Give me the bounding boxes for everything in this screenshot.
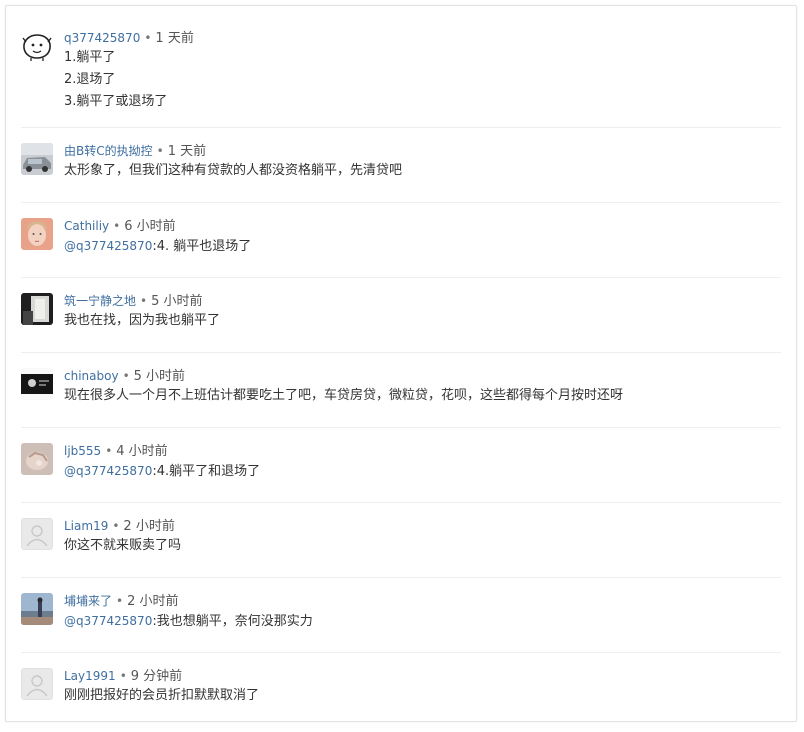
comment-body: Cathiliy • 6 小时前 @q377425870:4. 躺平也退场了	[64, 218, 781, 258]
separator-dot: •	[144, 31, 152, 45]
comment-text: @q377425870:4. 躺平也退场了	[64, 235, 781, 258]
separator-dot: •	[113, 219, 121, 233]
comment-body: chinaboy • 5 小时前 现在很多人一个月不上班估计都要吃土了吧，车贷房贷，…	[64, 368, 781, 407]
comment-time: 5 小时前	[151, 294, 203, 309]
comment-list: q377425870•1 天前 1.躺平了 2.退场了 3.躺平了或退场了	[21, 18, 781, 728]
comment-body: Lay1991 • 9 分钟前 刚刚把报好的会员折扣默默取消了	[64, 668, 781, 707]
comment-item: Lay1991 • 9 分钟前 刚刚把报好的会员折扣默默取消了	[21, 653, 781, 728]
separator-dot: •	[140, 294, 148, 308]
comment-text-content: :我也想躺平，奈何没那实力	[152, 614, 313, 629]
comment-text: @q377425870:我也想躺平，奈何没那实力	[64, 610, 781, 633]
comment-item: q377425870 • 1 天前 1.躺平了 2.退场了 3.躺平了或退场了	[21, 18, 781, 128]
comment-author[interactable]: 筑一宁静之地	[64, 294, 136, 308]
default-user-icon	[26, 525, 48, 547]
mention-link[interactable]: @q377425870	[64, 239, 152, 253]
comment-meta: Lay1991 • 9 分钟前	[64, 668, 781, 685]
comment-text: @q377425870:4.躺平了和退场了	[64, 460, 781, 483]
avatar[interactable]	[21, 443, 53, 475]
avatar[interactable]	[21, 518, 53, 550]
comment-item: chinaboy • 5 小时前 现在很多人一个月不上班估计都要吃土了吧，车贷房贷，…	[21, 353, 781, 428]
comment-meta: Liam19 • 2 小时前	[64, 518, 781, 535]
avatar[interactable]	[21, 143, 53, 175]
comment-text-content: :4.躺平了和退场了	[152, 464, 261, 479]
comment-author[interactable]: ljb555	[64, 444, 101, 458]
comment-meta: 埔埔来了 • 2 小时前	[64, 593, 781, 610]
comment-time: 9 分钟前	[130, 669, 183, 684]
hand-photo-avatar	[21, 443, 53, 475]
comment-item: 筑一宁静之地 • 5 小时前 我也在找，因为我也躺平了	[21, 278, 781, 353]
comment-author[interactable]: Cathiliy	[64, 219, 109, 233]
comment-meta: Cathiliy • 6 小时前	[64, 218, 781, 235]
comment-time: 2 小时前	[127, 594, 179, 609]
screen-photo-avatar	[21, 368, 53, 400]
comment-body: Liam19 • 2 小时前 你这不就来贩卖了吗	[64, 518, 781, 557]
comment-author[interactable]: Liam19	[64, 519, 108, 533]
separator-dot: •	[156, 144, 164, 158]
comment-body: ljb555 • 4 小时前 @q377425870:4.躺平了和退场了	[64, 443, 781, 483]
avatar[interactable]	[21, 30, 53, 62]
comment-text: 刚刚把报好的会员折扣默默取消了	[64, 688, 260, 703]
comment-author[interactable]: 由B转C的执拗控	[64, 144, 153, 158]
comment-item: Liam19 • 2 小时前 你这不就来贩卖了吗	[21, 503, 781, 578]
comment-text-line: 3.躺平了或退场了	[64, 94, 168, 109]
comment-time: 4 小时前	[116, 444, 168, 459]
comment-text-line: 2.退场了	[64, 72, 116, 87]
comment-text: 现在很多人一个月不上班估计都要吃土了吧，车贷房贷，微粒贷，花呗，这些都得每个月按…	[64, 388, 624, 403]
avatar[interactable]	[21, 668, 53, 700]
avatar[interactable]	[21, 293, 53, 325]
comment-time: 6 小时前	[124, 219, 176, 234]
separator-dot: •	[116, 594, 124, 608]
comment-meta: 由B转C的执拗控 • 1 天前	[64, 143, 781, 160]
comment-author[interactable]: chinaboy	[64, 369, 119, 383]
comment-meta: q377425870 • 1 天前	[64, 30, 781, 47]
mention-link[interactable]: @q377425870	[64, 464, 152, 478]
comment-meta: 筑一宁静之地 • 5 小时前	[64, 293, 781, 310]
beach-photo-avatar	[21, 593, 53, 625]
comment-time: 2 小时前	[123, 519, 175, 534]
default-user-icon	[26, 675, 48, 697]
comment-author[interactable]: Lay1991	[64, 669, 116, 683]
comment-body: q377425870 • 1 天前 1.躺平了 2.退场了 3.躺平了或退场了	[64, 30, 781, 113]
cartoon-face-icon	[22, 34, 52, 61]
comment-time: 1 天前	[167, 144, 207, 159]
comment-text: 你这不就来贩卖了吗	[64, 538, 182, 553]
comment-time: 5 小时前	[133, 369, 186, 384]
separator-dot: •	[122, 369, 130, 383]
comment-item: 埔埔来了 • 2 小时前 @q377425870:我也想躺平，奈何没那实力	[21, 578, 781, 653]
comment-body: 埔埔来了 • 2 小时前 @q377425870:我也想躺平，奈何没那实力	[64, 593, 781, 633]
comment-item: ljb555 • 4 小时前 @q377425870:4.躺平了和退场了	[21, 428, 781, 503]
comment-author[interactable]: q377425870	[64, 31, 140, 45]
comment-meta: chinaboy • 5 小时前	[64, 368, 781, 385]
avatar[interactable]	[21, 218, 53, 250]
comment-item: Cathiliy • 6 小时前 @q377425870:4. 躺平也退场了	[21, 203, 781, 278]
comment-text: 我也在找，因为我也躺平了	[64, 313, 221, 328]
separator-dot: •	[119, 669, 127, 683]
portrait-photo-avatar	[21, 218, 53, 250]
comment-text-line: 1.躺平了	[64, 50, 116, 65]
comment-panel: q377425870•1 天前 1.躺平了 2.退场了 3.躺平了或退场了	[5, 5, 797, 722]
comment-text: 太形象了，但我们这种有贷款的人都没资格躺平，先清贷吧	[64, 163, 403, 178]
avatar[interactable]	[21, 368, 53, 400]
separator-dot: •	[105, 444, 113, 458]
dark-photo-avatar	[21, 293, 53, 325]
comment-item: 由B转C的执拗控 • 1 天前 太形象了，但我们这种有贷款的人都没资格躺平，先清贷吧	[21, 128, 781, 203]
comment-time: 1 天前	[155, 31, 194, 46]
comment-text-content: :4. 躺平也退场了	[152, 239, 252, 254]
mention-link[interactable]: @q377425870	[64, 614, 152, 628]
separator-dot: •	[112, 519, 120, 533]
comment-body: 由B转C的执拗控 • 1 天前 太形象了，但我们这种有贷款的人都没资格躺平，先清贷吧	[64, 143, 781, 182]
comment-author[interactable]: 埔埔来了	[64, 594, 112, 608]
avatar[interactable]	[21, 593, 53, 625]
comment-meta: ljb555 • 4 小时前	[64, 443, 781, 460]
comment-body: 筑一宁静之地 • 5 小时前 我也在找，因为我也躺平了	[64, 293, 781, 332]
car-photo-avatar	[21, 143, 53, 175]
